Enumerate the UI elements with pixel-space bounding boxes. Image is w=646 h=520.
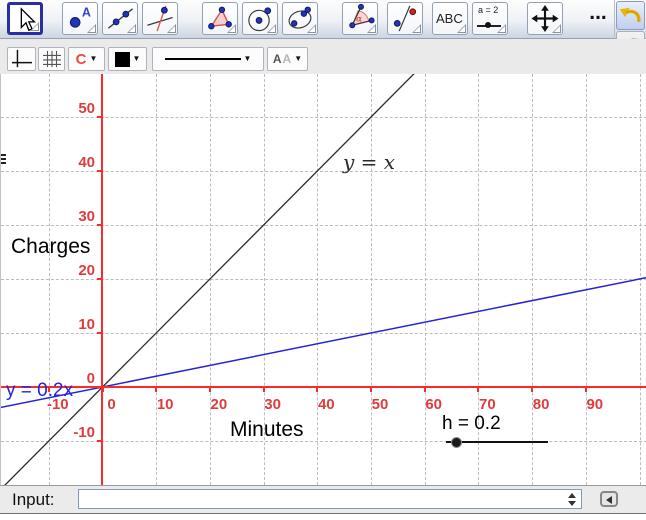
tool-text-button[interactable]: ABC xyxy=(432,2,468,35)
graphics-view[interactable]: Charges Minutes y = x y = 0.2x h = 0.2 -… xyxy=(0,74,646,485)
grid-icon xyxy=(42,50,62,68)
line-style-icon xyxy=(165,58,241,60)
input-help-button[interactable] xyxy=(600,491,618,507)
tool-ellipse-button[interactable] xyxy=(282,2,318,35)
tool-reflect-button[interactable] xyxy=(387,2,423,35)
tool-line-button[interactable] xyxy=(102,2,138,35)
slider-tool-icon-text: a = 2 xyxy=(478,5,498,15)
text-size-icon: A xyxy=(273,52,282,66)
x-tick-label: 80 xyxy=(533,396,550,413)
x-tick-label: 10 xyxy=(157,396,174,413)
tool-move-view-button[interactable] xyxy=(527,2,563,35)
x-tick-label: 90 xyxy=(586,396,603,413)
algebra-input[interactable] xyxy=(78,489,582,509)
input-history-spinner[interactable] xyxy=(568,493,576,506)
y-tick-label: 40 xyxy=(78,154,95,172)
x-tick-label: 40 xyxy=(318,396,335,413)
style-bar: C ▼ ▼ ▼ A A ▼ xyxy=(0,39,646,75)
spinner-down-icon[interactable] xyxy=(568,501,576,506)
x-tick-label: 70 xyxy=(479,396,496,413)
y-tick-label: 20 xyxy=(78,262,95,280)
point-capturing-button[interactable]: C ▼ xyxy=(68,47,105,71)
slider-label[interactable]: h = 0.2 xyxy=(442,413,501,435)
input-label: Input: xyxy=(12,490,55,510)
x-tick-label: 30 xyxy=(264,396,281,413)
geogebra-window: A xyxy=(0,0,646,520)
input-bar: Input: xyxy=(0,485,646,514)
tool-point-button[interactable]: A xyxy=(62,2,98,35)
dropdown-arrow-icon: ▼ xyxy=(244,55,252,63)
line-label-y-equals-x[interactable]: y = x xyxy=(343,150,395,174)
dropdown-arrow-icon: ▼ xyxy=(294,55,302,63)
slider-knob[interactable] xyxy=(451,437,462,448)
x-tick-label: -10 xyxy=(47,396,69,413)
tool-slider-button[interactable]: a = 2 xyxy=(472,2,508,35)
x-tick-label: 0 xyxy=(107,396,115,413)
x-tick-label: 60 xyxy=(425,396,442,413)
y-axis xyxy=(101,74,103,485)
tool-circle-button[interactable] xyxy=(242,2,278,35)
magnet-icon: C xyxy=(76,52,87,67)
toolbar-overflow-button[interactable]: ... xyxy=(584,2,612,32)
panel-splitter-handle[interactable] xyxy=(1,154,6,164)
left-triangle-icon xyxy=(606,496,612,504)
undo-button[interactable] xyxy=(616,1,645,30)
y-tick-label: 30 xyxy=(78,208,95,226)
x-tick-label: 50 xyxy=(372,396,389,413)
y-tick-label: 50 xyxy=(78,100,95,118)
axes-icon xyxy=(11,49,33,69)
y-tick-label: 10 xyxy=(78,316,95,334)
toggle-axes-button[interactable] xyxy=(7,47,36,71)
x-axis-title[interactable]: Minutes xyxy=(230,418,304,442)
dropdown-arrow-icon: ▼ xyxy=(133,55,141,63)
tool-move-button[interactable] xyxy=(7,2,43,35)
dropdown-arrow-icon: ▼ xyxy=(89,55,97,63)
y-tick-label: -10 xyxy=(73,424,95,442)
x-axis xyxy=(1,386,646,388)
svg-text:A: A xyxy=(82,6,91,20)
tool-angle-button[interactable]: α xyxy=(342,2,378,35)
color-swatch-black xyxy=(115,52,130,67)
toggle-grid-button[interactable] xyxy=(38,47,65,71)
text-size-button[interactable]: A A ▼ xyxy=(267,47,308,71)
plotted-line[interactable] xyxy=(1,74,646,485)
x-tick-label: 20 xyxy=(211,396,228,413)
line-style-button[interactable]: ▼ xyxy=(152,47,264,71)
undo-arrow-icon xyxy=(617,2,644,29)
svg-text:α: α xyxy=(356,14,362,24)
toolbar: A xyxy=(0,0,646,39)
y-axis-title[interactable]: Charges xyxy=(11,235,90,259)
slider-tool-icon-dot xyxy=(485,22,491,28)
function-lines-layer xyxy=(1,74,646,485)
tool-polygon-button[interactable] xyxy=(202,2,238,35)
y-tick-label: 0 xyxy=(87,370,95,388)
tool-perpendicular-line-button[interactable] xyxy=(142,2,178,35)
spinner-up-icon[interactable] xyxy=(568,493,576,498)
color-picker-button[interactable]: ▼ xyxy=(108,47,147,71)
